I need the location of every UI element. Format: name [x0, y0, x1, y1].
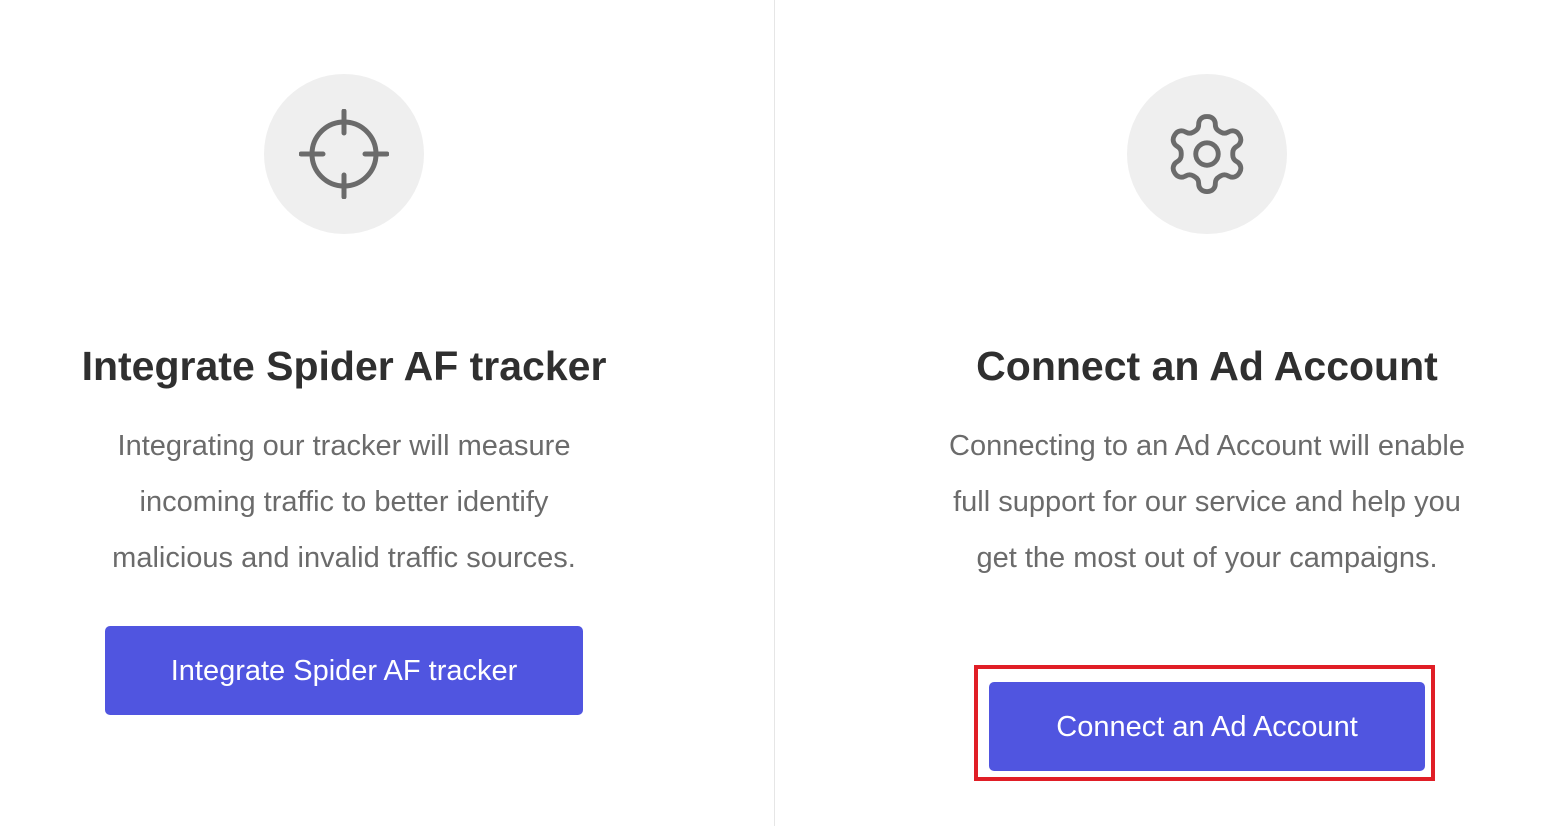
icon-circle — [1127, 74, 1287, 234]
integrate-tracker-description: Integrating our tracker will measure inc… — [112, 430, 576, 574]
gear-icon — [1170, 114, 1244, 194]
onboarding-page: Integrate Spider AF tracker Integrating … — [0, 0, 1542, 826]
crosshair-icon — [299, 109, 389, 199]
connect-ad-account-card: Connect an Ad Account Connecting to an A… — [775, 0, 1542, 826]
connect-ad-account-description: Connecting to an Ad Account will enable … — [949, 430, 1465, 574]
connect-ad-account-title: Connect an Ad Account — [976, 343, 1438, 389]
integrate-tracker-title: Integrate Spider AF tracker — [81, 343, 607, 389]
integrate-tracker-button[interactable]: Integrate Spider AF tracker — [105, 626, 583, 715]
connect-ad-account-button[interactable]: Connect an Ad Account — [989, 682, 1425, 771]
icon-circle — [264, 74, 424, 234]
integrate-tracker-card: Integrate Spider AF tracker Integrating … — [0, 0, 774, 826]
